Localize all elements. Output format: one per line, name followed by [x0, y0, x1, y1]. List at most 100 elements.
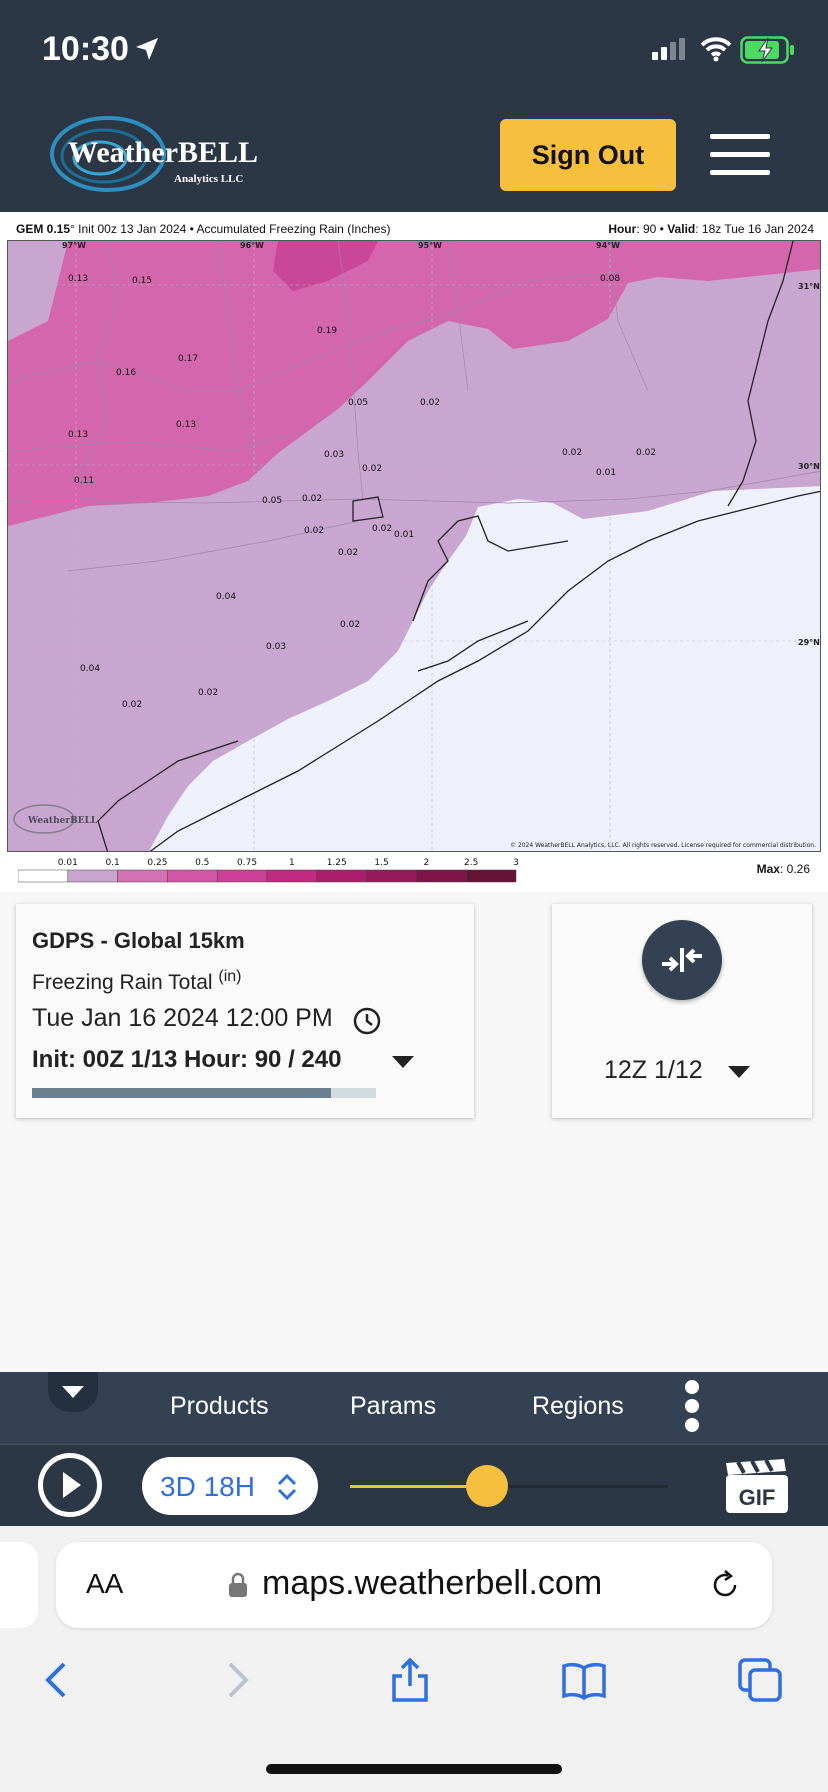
latitude-label: 31°N — [798, 282, 820, 291]
more-options-icon[interactable] — [680, 1380, 704, 1436]
init-hour-selector[interactable]: Init: 00Z 1/13 Hour: 90 / 240 — [32, 1046, 341, 1074]
value-label: 0.15 — [132, 276, 152, 286]
longitude-label: 96°W — [240, 241, 264, 250]
play-button[interactable] — [38, 1453, 102, 1517]
play-icon — [63, 1472, 81, 1498]
collapse-toolbar-button[interactable] — [48, 1372, 98, 1412]
longitude-label: 95°W — [418, 241, 442, 250]
legend-swatch — [366, 869, 417, 883]
map-canvas: 0.13 0.15 0.19 0.08 0.17 0.16 0.05 0.02 … — [8, 241, 820, 851]
hamburger-menu-icon[interactable] — [710, 134, 770, 178]
latitude-label: 30°N — [798, 462, 820, 471]
reader-settings-button[interactable]: AA — [86, 1568, 123, 1600]
back-chevron-icon[interactable] — [34, 1656, 82, 1704]
value-label: 0.02 — [372, 524, 392, 534]
gif-label: GIF — [739, 1485, 776, 1510]
tabs-icon[interactable] — [736, 1656, 784, 1704]
model-name[interactable]: GDPS - Global 15km — [32, 928, 245, 954]
forward-chevron-icon[interactable] — [212, 1656, 260, 1704]
share-icon[interactable] — [386, 1656, 434, 1704]
legend-tick-label: 1.25 — [327, 858, 347, 868]
up-down-chevron-icon — [277, 1473, 297, 1501]
compare-card: 12Z 1/12 — [552, 904, 812, 1118]
valid-value: 18z Tue 16 Jan 2024 — [701, 222, 814, 236]
max-value: Max: 0.26 — [756, 862, 810, 876]
value-label: 0.11 — [74, 476, 94, 486]
model-info-card: GDPS - Global 15km Freezing Rain Total (… — [16, 904, 474, 1118]
valid-label: Valid — [667, 222, 696, 236]
status-bar: 10:30 — [0, 0, 828, 100]
browser-chrome: AA maps.weatherbell.com — [0, 1526, 828, 1792]
parameter-name: Freezing Rain Total (in) — [32, 968, 242, 995]
reload-icon[interactable] — [708, 1568, 742, 1602]
value-label: 0.02 — [562, 448, 582, 458]
legend-tick-label: 0.01 — [58, 858, 78, 868]
time-range-selector[interactable]: 3D 18H — [142, 1457, 318, 1515]
map-model: GEM 0.15 — [16, 222, 71, 236]
address-bar[interactable]: AA maps.weatherbell.com — [56, 1542, 772, 1628]
legend-tick-label: 0.1 — [105, 858, 119, 868]
value-label: 0.04 — [80, 664, 100, 674]
previous-tab[interactable] — [0, 1542, 38, 1628]
legend-swatch — [67, 869, 118, 883]
clock-icon[interactable] — [352, 1006, 382, 1036]
value-label: 0.02 — [302, 494, 322, 504]
compare-button[interactable] — [642, 920, 722, 1000]
freezing-rain-map[interactable]: 0.13 0.15 0.19 0.08 0.17 0.16 0.05 0.02 … — [7, 240, 821, 852]
legend-swatch — [416, 869, 467, 883]
bookmarks-icon[interactable] — [560, 1656, 608, 1704]
url-text[interactable]: maps.weatherbell.com — [262, 1564, 602, 1603]
value-label: 0.02 — [198, 688, 218, 698]
weatherbell-logo[interactable]: WeatherBELL Analytics LLC — [46, 110, 296, 202]
slider-handle[interactable] — [465, 1465, 508, 1507]
value-label: 0.13 — [176, 420, 196, 430]
value-label: 0.05 — [348, 398, 368, 408]
value-label: 0.08 — [600, 274, 620, 284]
time-range-label: 3D 18H — [160, 1471, 255, 1502]
app-header: WeatherBELL Analytics LLC Sign Out — [0, 100, 828, 212]
legend-tick-label: 0.75 — [237, 858, 257, 868]
longitude-label: 94°W — [596, 241, 620, 250]
value-label: 0.04 — [216, 592, 236, 602]
compare-arrows-icon — [662, 948, 702, 972]
max-number: 0.26 — [786, 862, 810, 876]
regions-menu[interactable]: Regions — [532, 1392, 624, 1421]
map-panel: GEM 0.15° Init 00z 13 Jan 2024 • Accumul… — [0, 212, 828, 892]
value-label: 0.17 — [178, 354, 198, 364]
cellular-signal-icon — [652, 38, 685, 60]
longitude-label: 97°W — [62, 241, 86, 250]
hour-value: 90 — [642, 222, 657, 236]
value-label: 0.02 — [122, 700, 142, 710]
map-hour-valid: Hour: 90 • Valid: 18z Tue 16 Jan 2024 — [608, 222, 814, 236]
legend-tick-label: 2 — [423, 858, 429, 868]
copyright-text: © 2024 WeatherBELL Analytics, LLC. All r… — [510, 842, 816, 849]
params-menu[interactable]: Params — [350, 1392, 436, 1421]
compare-run-selector[interactable]: 12Z 1/12 — [604, 1056, 703, 1085]
gif-clapper-icon[interactable]: GIF — [724, 1459, 790, 1515]
forecast-progress-bar — [32, 1088, 376, 1098]
map-title: GEM 0.15° Init 00z 13 Jan 2024 • Accumul… — [16, 222, 391, 236]
nav-toolbar: Products Params Regions — [0, 1372, 828, 1444]
legend-swatch — [465, 869, 517, 883]
logo-text: WeatherBELL — [68, 136, 258, 169]
home-indicator — [266, 1764, 562, 1774]
legend-tick-label: 0.5 — [195, 858, 209, 868]
caret-down-icon[interactable] — [728, 1066, 750, 1078]
caret-down-icon[interactable] — [392, 1056, 414, 1068]
value-label: 0.13 — [68, 274, 88, 284]
sign-out-button[interactable]: Sign Out — [500, 119, 676, 191]
legend-swatch — [18, 869, 69, 883]
value-label: 0.01 — [394, 530, 414, 540]
wifi-icon — [700, 37, 732, 62]
map-title-text: ° Init 00z 13 Jan 2024 • Accumulated Fre… — [70, 222, 391, 236]
lock-icon — [229, 1572, 247, 1597]
max-label: Max — [756, 862, 780, 876]
legend-tick-label: 3 — [513, 858, 519, 868]
timeline-slider[interactable] — [350, 1465, 668, 1507]
legend-tick-label: 1.5 — [374, 858, 388, 868]
hour-label: Hour — [608, 222, 637, 236]
products-menu[interactable]: Products — [170, 1392, 269, 1421]
animation-toolbar: 3D 18H GIF — [0, 1444, 828, 1526]
value-label: 0.05 — [262, 496, 282, 506]
battery-charging-icon — [740, 36, 794, 64]
